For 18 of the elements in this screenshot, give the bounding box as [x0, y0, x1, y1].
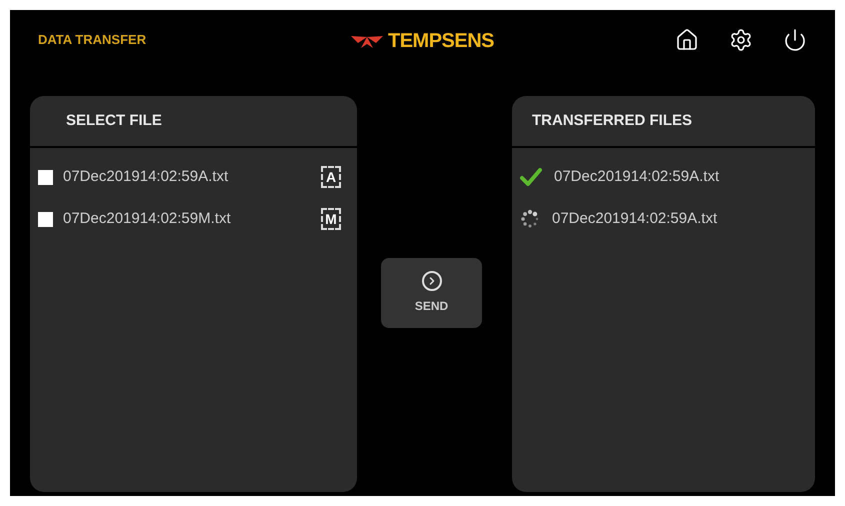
file-name: 07Dec201914:02:59A.txt: [554, 166, 720, 187]
logo: TEMPSENS: [350, 26, 494, 56]
send-button[interactable]: SEND: [381, 258, 482, 328]
send-icon: [422, 271, 442, 291]
file-checkbox[interactable]: [38, 170, 53, 184]
page-title: DATA TRANSFER: [38, 31, 146, 50]
settings-icon[interactable]: [729, 28, 753, 52]
file-type-badge: M: [321, 208, 341, 230]
logo-icon: [350, 33, 384, 49]
file-name: 07Dec201914:02:59A.txt: [63, 166, 228, 187]
file-type-badge: A: [321, 166, 341, 188]
panel-title: TRANSFERRED FILES: [532, 110, 692, 131]
file-name: 07Dec201914:02:59M.txt: [63, 208, 231, 229]
power-icon[interactable]: [783, 28, 807, 52]
file-name: 07Dec201914:02:59A.txt: [552, 208, 718, 229]
file-checkbox[interactable]: [38, 212, 53, 226]
home-icon[interactable]: [675, 28, 699, 52]
panel-title: SELECT FILE: [66, 110, 162, 131]
